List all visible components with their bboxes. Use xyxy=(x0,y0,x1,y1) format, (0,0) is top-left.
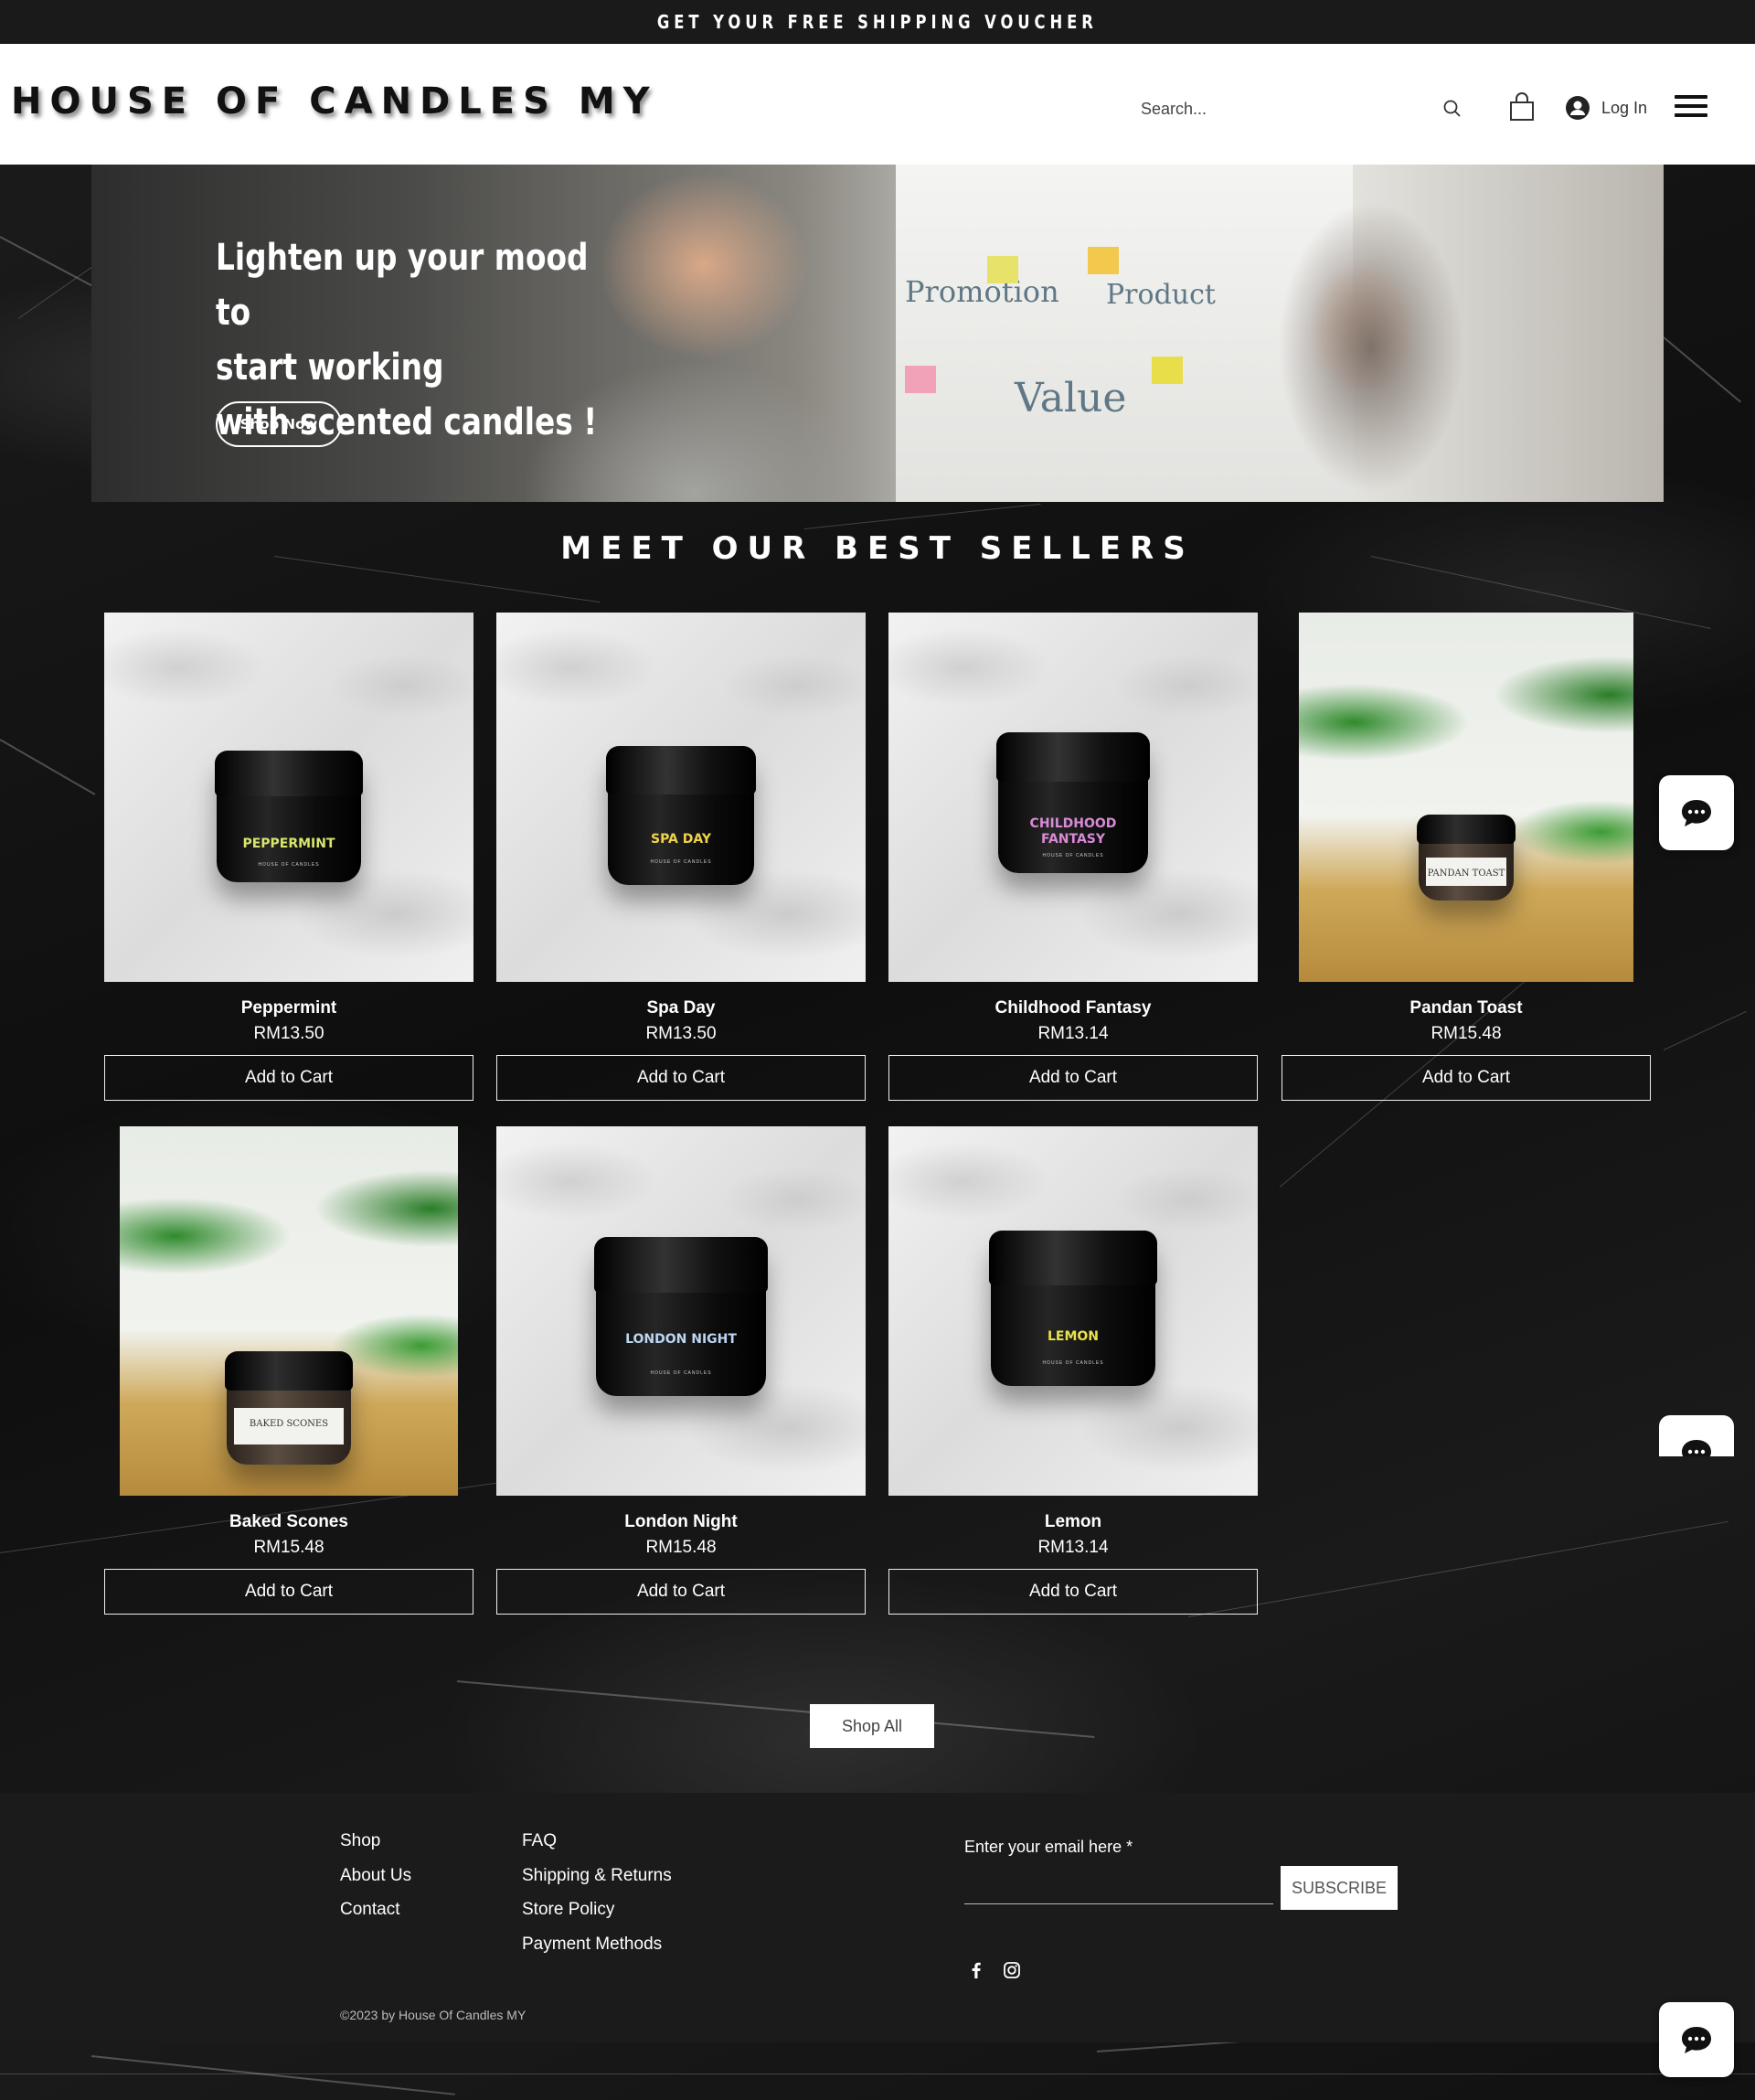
chat-button[interactable] xyxy=(1659,775,1734,850)
shop-all-button[interactable]: Shop All xyxy=(810,1704,934,1748)
footer-link-faq[interactable]: FAQ xyxy=(522,1824,672,1859)
footer-link-store-policy[interactable]: Store Policy xyxy=(522,1892,672,1927)
add-to-cart-button[interactable]: Add to Cart xyxy=(496,1569,866,1615)
product-card: PEPPERMINT HOUSE OF CANDLES Peppermint R… xyxy=(104,613,473,1101)
product-price: RM15.48 xyxy=(645,1538,717,1557)
product-price: RM13.50 xyxy=(645,1024,717,1043)
footer-link-about[interactable]: About Us xyxy=(340,1859,411,1893)
chat-button[interactable] xyxy=(1659,2002,1734,2077)
jar-label: SPA DAY xyxy=(650,832,712,847)
product-card: BAKED SCONES Baked Scones RM15.48 Add to… xyxy=(104,1126,473,1615)
product-price: RM15.48 xyxy=(253,1538,324,1557)
footer-link-shop[interactable]: Shop xyxy=(340,1824,411,1859)
product-image[interactable]: PEPPERMINT HOUSE OF CANDLES xyxy=(104,613,473,982)
jar-brand: HOUSE OF CANDLES xyxy=(650,1370,712,1376)
product-image[interactable]: PANDAN TOAST xyxy=(1299,613,1633,982)
footer-links-info: FAQ Shipping & Returns Store Policy Paym… xyxy=(522,1824,672,1961)
jar-label: LONDON NIGHT xyxy=(625,1332,737,1347)
best-sellers-title: MEET OUR BEST SELLERS xyxy=(560,530,1195,567)
instagram-icon[interactable] xyxy=(1002,1960,1022,1980)
board-word-promotion: Promotion xyxy=(905,274,1059,309)
search-icon[interactable] xyxy=(1442,99,1462,119)
product-name[interactable]: London Night xyxy=(496,1512,866,1532)
product-name[interactable]: Pandan Toast xyxy=(1282,998,1651,1018)
email-field[interactable] xyxy=(964,1868,1273,1904)
chat-icon xyxy=(1682,800,1711,826)
product-card: LONDON NIGHT HOUSE OF CANDLES London Nig… xyxy=(496,1126,866,1615)
jar-label: PEPPERMINT xyxy=(242,837,335,851)
chat-button-partial[interactable] xyxy=(1659,1415,1734,1456)
add-to-cart-button[interactable]: Add to Cart xyxy=(1282,1055,1651,1101)
product-price: RM15.48 xyxy=(1431,1024,1502,1043)
login-button[interactable]: Log In xyxy=(1565,93,1647,123)
product-name[interactable]: Childhood Fantasy xyxy=(888,998,1258,1018)
add-to-cart-button[interactable]: Add to Cart xyxy=(496,1055,866,1101)
hero-banner: Promotion Product Value Lighten up your … xyxy=(91,165,1664,502)
product-name[interactable]: Baked Scones xyxy=(104,1512,473,1532)
jar-brand: HOUSE OF CANDLES xyxy=(1042,853,1104,858)
jar-brand: HOUSE OF CANDLES xyxy=(258,862,320,868)
search-bar[interactable] xyxy=(1133,90,1462,128)
add-to-cart-button[interactable]: Add to Cart xyxy=(104,1569,473,1615)
product-image[interactable]: LEMON HOUSE OF CANDLES xyxy=(888,1126,1258,1496)
product-image[interactable]: CHILDHOOD FANTASY HOUSE OF CANDLES xyxy=(888,613,1258,982)
user-icon xyxy=(1566,96,1590,120)
product-price: RM13.14 xyxy=(1037,1538,1109,1557)
search-input[interactable] xyxy=(1141,99,1415,119)
product-name[interactable]: Lemon xyxy=(888,1512,1258,1532)
jar-label: BAKED SCONES xyxy=(234,1407,344,1445)
product-price: RM13.14 xyxy=(1037,1024,1109,1043)
hero-person-right xyxy=(1170,165,1536,502)
announcement-text: GET YOUR FREE SHIPPING VOUCHER xyxy=(657,11,1098,33)
footer-link-shipping[interactable]: Shipping & Returns xyxy=(522,1859,672,1893)
shop-now-button[interactable]: Shop Now xyxy=(216,401,342,447)
jar-label: PANDAN TOAST xyxy=(1426,858,1506,886)
product-image[interactable]: LONDON NIGHT HOUSE OF CANDLES xyxy=(496,1126,866,1496)
chat-icon xyxy=(1682,2027,1711,2053)
jar-label: CHILDHOOD FANTASY xyxy=(1029,816,1117,847)
jar-brand: HOUSE OF CANDLES xyxy=(650,859,712,865)
jar-brand: HOUSE OF CANDLES xyxy=(1042,1360,1104,1366)
footer-link-payment[interactable]: Payment Methods xyxy=(522,1927,672,1962)
site-header: HOUSE OF CANDLES MY Log In xyxy=(0,44,1755,165)
product-card: LEMON HOUSE OF CANDLES Lemon RM13.14 Add… xyxy=(888,1126,1258,1615)
add-to-cart-button[interactable]: Add to Cart xyxy=(888,1055,1258,1101)
facebook-icon[interactable] xyxy=(966,1960,986,1980)
product-card: PANDAN TOAST Pandan Toast RM15.48 Add to… xyxy=(1282,613,1651,1101)
site-footer: Shop About Us Contact FAQ Shipping & Ret… xyxy=(0,1793,1755,2042)
board-word-value: Value xyxy=(1015,375,1127,421)
copyright-text: ©2023 by House Of Candles MY xyxy=(340,2008,526,2022)
subscribe-button[interactable]: SUBSCRIBE xyxy=(1281,1866,1398,1910)
product-image[interactable]: SPA DAY HOUSE OF CANDLES xyxy=(496,613,866,982)
footer-links-main: Shop About Us Contact xyxy=(340,1824,411,1927)
chat-icon xyxy=(1682,1440,1711,1456)
add-to-cart-button[interactable]: Add to Cart xyxy=(888,1569,1258,1615)
product-card: SPA DAY HOUSE OF CANDLES Spa Day RM13.50… xyxy=(496,613,866,1101)
add-to-cart-button[interactable]: Add to Cart xyxy=(104,1055,473,1101)
product-price: RM13.50 xyxy=(253,1024,324,1043)
product-image[interactable]: BAKED SCONES xyxy=(120,1126,458,1496)
login-label: Log In xyxy=(1601,98,1648,117)
site-logo[interactable]: HOUSE OF CANDLES MY xyxy=(11,80,658,123)
announcement-bar[interactable]: GET YOUR FREE SHIPPING VOUCHER xyxy=(0,0,1755,44)
cart-icon[interactable] xyxy=(1508,91,1536,123)
email-label: Enter your email here * xyxy=(964,1838,1133,1856)
menu-icon[interactable] xyxy=(1675,95,1707,117)
product-card: CHILDHOOD FANTASY HOUSE OF CANDLES Child… xyxy=(888,613,1258,1101)
product-name[interactable]: Peppermint xyxy=(104,998,473,1018)
product-name[interactable]: Spa Day xyxy=(496,998,866,1018)
jar-label: LEMON xyxy=(1047,1329,1100,1344)
footer-link-contact[interactable]: Contact xyxy=(340,1892,411,1927)
